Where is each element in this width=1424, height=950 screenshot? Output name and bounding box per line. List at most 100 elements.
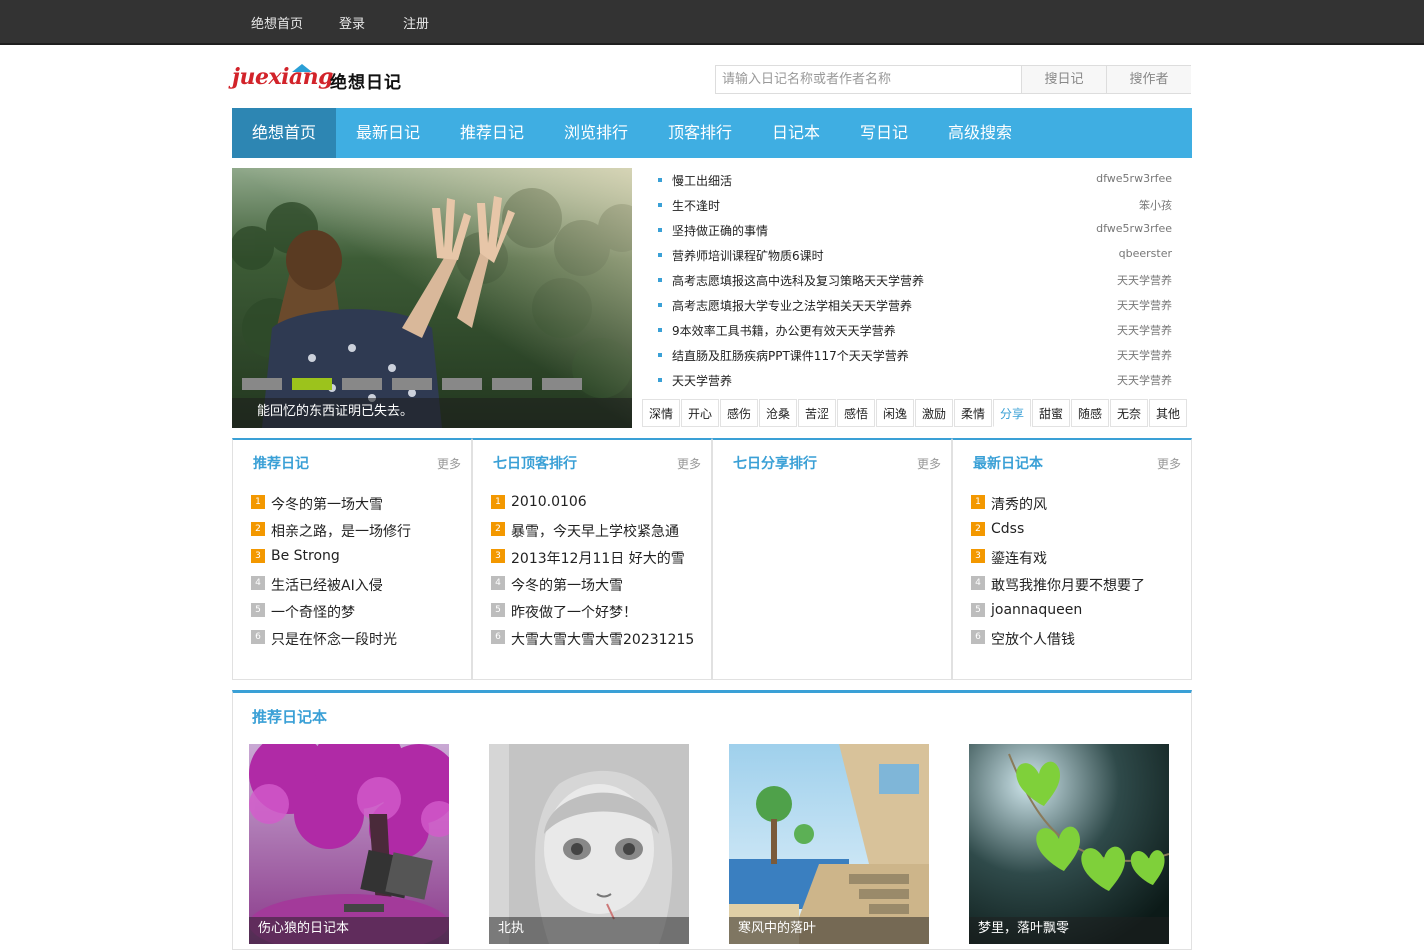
news-author[interactable]: 天天学营养	[1117, 272, 1172, 288]
news-item[interactable]: 生不逢时 笨小孩	[642, 193, 1172, 218]
tag-item[interactable]: 感伤	[720, 399, 758, 427]
news-item[interactable]: 营养师培训课程矿物质6课时 qbeerster	[642, 243, 1172, 268]
news-title[interactable]: 天天学营养	[672, 372, 732, 389]
list-item[interactable]: 1 今冬的第一场大雪	[251, 492, 466, 516]
slider-dot-5[interactable]	[442, 378, 482, 390]
more-link[interactable]: 更多	[1157, 455, 1181, 472]
news-author[interactable]: 天天学营养	[1117, 322, 1172, 338]
item-title[interactable]: 暴雪，今天早上学校紧急通	[511, 521, 679, 541]
item-title[interactable]: 相亲之路，是一场修行	[271, 521, 411, 541]
item-title[interactable]: 生活已经被AI入侵	[271, 575, 383, 595]
more-link[interactable]: 更多	[677, 455, 701, 472]
tag-item[interactable]: 激励	[915, 399, 953, 427]
news-author[interactable]: dfwe5rw3rfee	[1096, 172, 1172, 185]
item-title[interactable]: 敢骂我推你月要不想要了	[991, 575, 1145, 595]
tag-item[interactable]: 无奈	[1110, 399, 1148, 427]
list-item[interactable]: 4 生活已经被AI入侵	[251, 573, 466, 597]
news-author[interactable]: 天天学营养	[1117, 372, 1172, 388]
news-item[interactable]: 慢工出细活 dfwe5rw3rfee	[642, 168, 1172, 193]
news-title[interactable]: 结直肠及肛肠疾病PPT课件117个天天学营养	[672, 347, 909, 364]
nav-views-ranking[interactable]: 浏览排行	[544, 108, 648, 158]
news-author[interactable]: 笨小孩	[1139, 197, 1172, 213]
item-title[interactable]: 2013年12月11日 好大的雪	[511, 548, 685, 568]
item-title[interactable]: 一个奇怪的梦	[271, 602, 355, 622]
tag-item[interactable]: 深情	[642, 399, 680, 427]
news-title[interactable]: 高考志愿填报这高中选科及复习策略天天学营养	[672, 272, 924, 289]
news-item[interactable]: 结直肠及肛肠疾病PPT课件117个天天学营养 天天学营养	[642, 343, 1172, 368]
news-title[interactable]: 坚持做正确的事情	[672, 222, 768, 239]
tag-item[interactable]: 感悟	[837, 399, 875, 427]
item-title[interactable]: 只是在怀念一段时光	[271, 629, 397, 649]
news-author[interactable]: 天天学营养	[1117, 297, 1172, 313]
list-item[interactable]: 3 Be Strong	[251, 546, 466, 570]
search-author-button[interactable]: 搜作者	[1106, 66, 1191, 93]
news-title[interactable]: 高考志愿填报大学专业之法学相关天天学营养	[672, 297, 912, 314]
list-item[interactable]: 5 昨夜做了一个好梦！	[491, 600, 706, 624]
item-title[interactable]: 今冬的第一场大雪	[271, 494, 383, 514]
tag-item[interactable]: 其他	[1149, 399, 1187, 427]
news-item[interactable]: 高考志愿填报这高中选科及复习策略天天学营养 天天学营养	[642, 268, 1172, 293]
news-title[interactable]: 9本效率工具书籍，办公更有效天天学营养	[672, 322, 896, 339]
nav-write[interactable]: 写日记	[840, 108, 928, 158]
top-link-register[interactable]: 注册	[403, 13, 429, 32]
diary-book-card[interactable]: 伤心狼的日记本	[249, 744, 449, 944]
tag-item[interactable]: 随感	[1071, 399, 1109, 427]
search-diary-button[interactable]: 搜日记	[1021, 66, 1106, 93]
news-item[interactable]: 高考志愿填报大学专业之法学相关天天学营养 天天学营养	[642, 293, 1172, 318]
slider-caption[interactable]: 能回忆的东西证明已失去。	[232, 398, 632, 428]
slider-dot-7[interactable]	[542, 378, 582, 390]
item-title[interactable]: 大雪大雪大雪大雪20231215	[511, 629, 694, 649]
news-title[interactable]: 营养师培训课程矿物质6课时	[672, 247, 824, 264]
item-title[interactable]: 昨夜做了一个好梦！	[511, 602, 637, 622]
more-link[interactable]: 更多	[917, 455, 941, 472]
list-item[interactable]: 2 相亲之路，是一场修行	[251, 519, 466, 543]
list-item[interactable]: 2 暴雪，今天早上学校紧急通	[491, 519, 706, 543]
tag-item[interactable]: 沧桑	[759, 399, 797, 427]
nav-advanced-search[interactable]: 高级搜索	[928, 108, 1032, 158]
nav-latest[interactable]: 最新日记	[336, 108, 440, 158]
list-item[interactable]: 4 今冬的第一场大雪	[491, 573, 706, 597]
list-item[interactable]: 3 鎏连有戏	[971, 546, 1186, 570]
list-item[interactable]: 5 joannaqueen	[971, 600, 1186, 624]
list-item[interactable]: 1 清秀的风	[971, 492, 1186, 516]
site-logo[interactable]: juexiang 绝想日记	[232, 64, 402, 94]
item-title[interactable]: 空放个人借钱	[991, 629, 1075, 649]
tag-item[interactable]: 柔情	[954, 399, 992, 427]
diary-book-card[interactable]: 寒风中的落叶	[729, 744, 929, 944]
slider-dot-2[interactable]	[292, 378, 332, 390]
featured-slider[interactable]: 能回忆的东西证明已失去。	[232, 168, 632, 428]
nav-diary-books[interactable]: 日记本	[752, 108, 840, 158]
item-title[interactable]: joannaqueen	[991, 602, 1082, 618]
news-title[interactable]: 生不逢时	[672, 197, 720, 214]
slider-dot-6[interactable]	[492, 378, 532, 390]
nav-home[interactable]: 绝想首页	[232, 108, 336, 158]
slider-dot-4[interactable]	[392, 378, 432, 390]
list-item[interactable]: 6 大雪大雪大雪大雪20231215	[491, 627, 706, 651]
list-item[interactable]: 6 空放个人借钱	[971, 627, 1186, 651]
news-author[interactable]: 天天学营养	[1117, 347, 1172, 363]
nav-likes-ranking[interactable]: 顶客排行	[648, 108, 752, 158]
tag-item[interactable]: 开心	[681, 399, 719, 427]
tag-item[interactable]: 闲逸	[876, 399, 914, 427]
list-item[interactable]: 3 2013年12月11日 好大的雪	[491, 546, 706, 570]
list-item[interactable]: 6 只是在怀念一段时光	[251, 627, 466, 651]
list-item[interactable]: 2 Cdss	[971, 519, 1186, 543]
list-item[interactable]: 1 2010.0106	[491, 492, 706, 516]
card-caption[interactable]: 北执	[489, 917, 689, 944]
item-title[interactable]: 今冬的第一场大雪	[511, 575, 623, 595]
news-item[interactable]: 天天学营养 天天学营养	[642, 368, 1172, 393]
search-input[interactable]	[716, 66, 1033, 93]
tag-item[interactable]: 甜蜜	[1032, 399, 1070, 427]
slider-dot-1[interactable]	[242, 378, 282, 390]
card-caption[interactable]: 伤心狼的日记本	[249, 917, 449, 944]
diary-book-card[interactable]: 梦里，落叶飘零	[969, 744, 1169, 944]
news-author[interactable]: qbeerster	[1119, 247, 1172, 260]
tag-item-active[interactable]: 分享	[993, 399, 1031, 427]
tag-item[interactable]: 苦涩	[798, 399, 836, 427]
nav-recommended[interactable]: 推荐日记	[440, 108, 544, 158]
card-caption[interactable]: 寒风中的落叶	[729, 917, 929, 944]
list-item[interactable]: 4 敢骂我推你月要不想要了	[971, 573, 1186, 597]
news-author[interactable]: dfwe5rw3rfee	[1096, 222, 1172, 235]
item-title[interactable]: Be Strong	[271, 548, 340, 564]
item-title[interactable]: Cdss	[991, 521, 1024, 537]
